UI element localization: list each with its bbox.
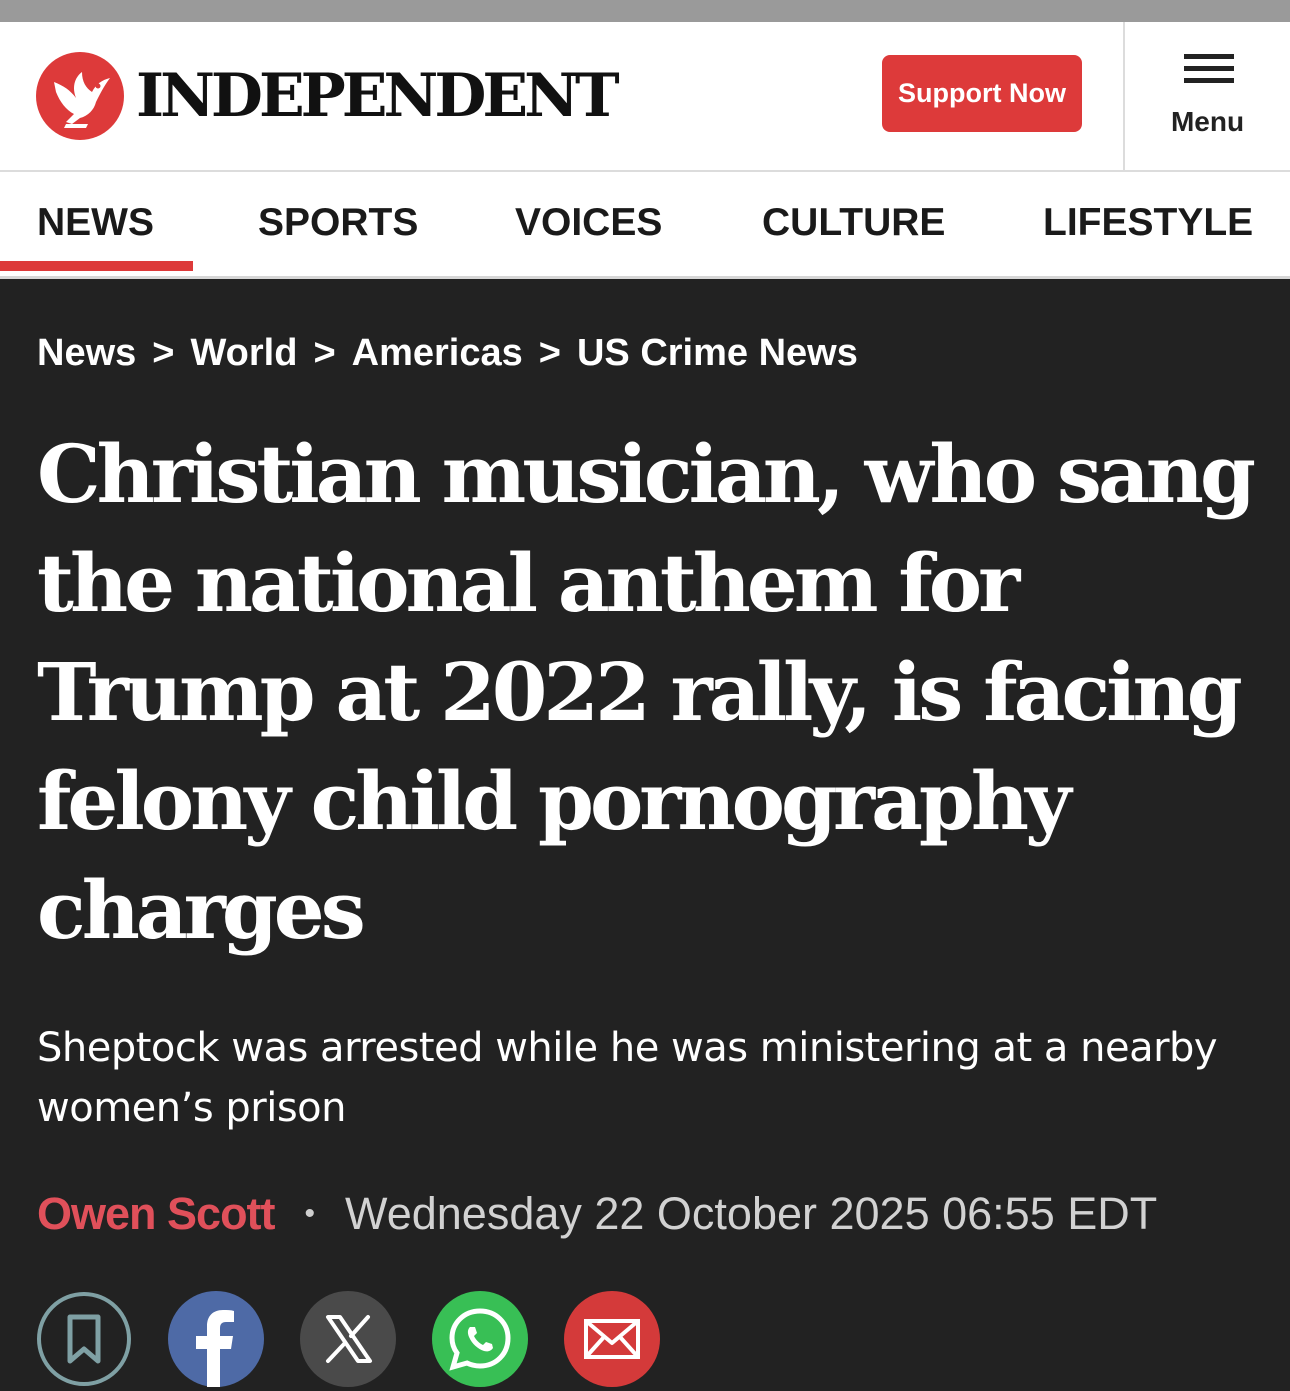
menu-button[interactable]: Menu [1125,22,1290,170]
whatsapp-icon [432,1291,528,1387]
facebook-icon [168,1291,264,1387]
breadcrumb-separator: > [538,332,561,374]
breadcrumb-americas[interactable]: Americas [352,332,523,374]
x-icon [300,1291,396,1387]
bookmark-button[interactable] [36,1291,132,1387]
tab-culture[interactable]: CULTURE [762,172,945,276]
article-headline: Christian musician, who sang the nationa… [37,427,1256,957]
share-bar [36,1291,676,1391]
author-link[interactable]: Owen Scott [37,1188,276,1239]
bookmark-icon [37,1292,131,1386]
tab-lifestyle[interactable]: LIFESTYLE [1043,172,1253,276]
breadcrumb-us-crime-news[interactable]: US Crime News [577,332,858,374]
menu-label: Menu [1170,106,1245,137]
byline: Owen Scott • Wednesday 22 October 2025 06:… [37,1186,1157,1248]
breadcrumb: News > World > Americas > US Crime News [37,330,858,376]
email-icon [564,1291,660,1387]
x-share-button[interactable] [300,1291,396,1387]
site-header: INDEPENDENT Support Now Menu [0,22,1290,172]
tab-sports[interactable]: SPORTS [258,172,418,276]
status-strip [0,0,1290,22]
facebook-share-button[interactable] [168,1291,264,1387]
hamburger-icon [1184,54,1234,86]
breadcrumb-separator: > [313,332,336,374]
whatsapp-share-button[interactable] [432,1291,528,1387]
breadcrumb-separator: > [152,332,175,374]
active-tab-indicator [0,261,193,271]
article-standfirst: Sheptock was arrested while he was minis… [37,1025,1218,1131]
breadcrumb-world[interactable]: World [190,332,297,374]
breadcrumb-news[interactable]: News [37,332,136,374]
eagle-logo-icon[interactable] [36,52,124,140]
byline-dot: • [304,1197,316,1230]
email-share-button[interactable] [564,1291,660,1387]
support-now-button[interactable]: Support Now [882,55,1082,132]
brand-wordmark[interactable]: INDEPENDENT [136,58,620,134]
section-nav: NEWS SPORTS VOICES CULTURE LIFESTYLE [0,172,1290,279]
publish-date: Wednesday 22 October 2025 06:55 EDT [345,1188,1158,1239]
tab-voices[interactable]: VOICES [515,172,662,276]
